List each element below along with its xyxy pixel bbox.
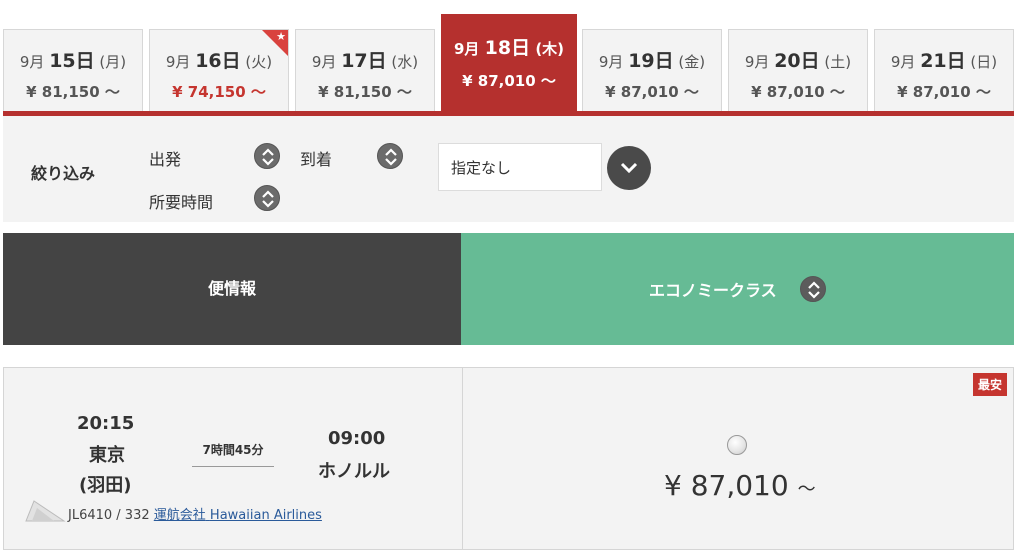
chevron-down-icon bbox=[620, 162, 638, 174]
price-tilde: ～ bbox=[797, 479, 816, 500]
tab-price: ¥ 81,150 ～ bbox=[318, 83, 412, 101]
tab-month: 9月 bbox=[744, 53, 770, 71]
tab-price: ¥ 87,010 ～ bbox=[462, 72, 556, 90]
tab-weekday: (木) bbox=[535, 40, 565, 58]
tab-day: 20日 bbox=[774, 50, 820, 72]
sort-arrows-icon bbox=[808, 281, 820, 299]
sort-arrows-icon bbox=[262, 190, 274, 208]
date-selector: 9月 15日 (月) ¥ 81,150 ～ ★ 9月 16日 (火) ¥ 74,… bbox=[0, 0, 1024, 116]
tab-price: ¥ 87,010 ～ bbox=[605, 83, 699, 101]
operator-label: 運航会社 bbox=[153, 508, 206, 523]
flight-info-header: 便情報 bbox=[3, 233, 461, 345]
flight-duration: 7時間45分 bbox=[202, 443, 264, 457]
filter-select[interactable]: 指定なし bbox=[438, 143, 602, 191]
tab-price: ¥ 74,150 ～ bbox=[172, 83, 266, 101]
tab-day: 17日 bbox=[341, 50, 387, 72]
date-tab-0916[interactable]: ★ 9月 16日 (火) ¥ 74,150 ～ bbox=[149, 29, 289, 111]
tab-day: 16日 bbox=[195, 50, 241, 72]
cheapest-badge: 最安 bbox=[972, 373, 1007, 396]
tab-month: 9月 bbox=[453, 40, 480, 58]
duration-label: 所要時間 bbox=[149, 193, 214, 212]
duration-sort-button[interactable] bbox=[254, 185, 280, 211]
airline-tail-icon bbox=[25, 500, 66, 522]
tab-month: 9月 bbox=[598, 53, 624, 71]
tab-month: 9月 bbox=[19, 53, 45, 71]
fare-price: ¥ 87,010 ～ bbox=[664, 469, 816, 502]
tab-price: ¥ 87,010 ～ bbox=[751, 83, 845, 101]
star-icon: ★ bbox=[276, 30, 286, 43]
operator-name: Hawaiian Airlines bbox=[209, 508, 322, 523]
tab-day: 18日 bbox=[484, 37, 531, 59]
operator-link[interactable]: 運航会社 Hawaiian Airlines bbox=[154, 508, 322, 523]
tab-day: 19日 bbox=[628, 50, 674, 72]
tab-weekday: (水) bbox=[391, 53, 419, 71]
departure-city: 東京 bbox=[89, 445, 125, 466]
tab-month: 9月 bbox=[890, 53, 916, 71]
tab-day: 15日 bbox=[49, 50, 95, 72]
economy-class-label: エコノミークラス bbox=[649, 281, 777, 300]
date-tab-0920[interactable]: 9月 20日 (土) ¥ 87,010 ～ bbox=[728, 29, 868, 111]
departure-sort-button[interactable] bbox=[254, 143, 280, 169]
arrival-sort-button[interactable] bbox=[377, 143, 403, 169]
sort-arrows-icon bbox=[385, 148, 397, 166]
tab-month: 9月 bbox=[311, 53, 337, 71]
date-tab-0921[interactable]: 9月 21日 (日) ¥ 87,010 ～ bbox=[874, 29, 1014, 111]
tab-price: ¥ 87,010 ～ bbox=[897, 83, 991, 101]
date-tab-0915[interactable]: 9月 15日 (月) ¥ 81,150 ～ bbox=[3, 29, 143, 111]
tab-price: ¥ 81,150 ～ bbox=[26, 83, 120, 101]
arrival-time: 09:00 bbox=[328, 428, 386, 449]
tab-month: 9月 bbox=[165, 53, 191, 71]
arrival-label: 到着 bbox=[300, 150, 333, 169]
arrival-city: ホノルル bbox=[318, 461, 390, 482]
tab-weekday: (月) bbox=[99, 53, 127, 71]
flight-row: 20:15 東京 (羽田) 7時間45分 09:00 ホノルル JL6410 /… bbox=[3, 367, 1014, 550]
filter-dropdown-button[interactable] bbox=[607, 146, 651, 190]
flight-number: JL6410 / 332 bbox=[68, 508, 150, 523]
date-tab-0917[interactable]: 9月 17日 (水) ¥ 81,150 ～ bbox=[295, 29, 435, 111]
filter-title: 絞り込み bbox=[31, 164, 96, 183]
tab-weekday: (土) bbox=[824, 53, 852, 71]
flight-number-line: JL6410 / 332 運航会社 Hawaiian Airlines bbox=[68, 504, 322, 523]
date-tab-0919[interactable]: 9月 19日 (金) ¥ 87,010 ～ bbox=[582, 29, 722, 111]
departure-label: 出発 bbox=[149, 150, 182, 169]
sort-arrows-icon bbox=[262, 148, 274, 166]
fare-select-radio[interactable] bbox=[727, 435, 747, 455]
tab-day: 21日 bbox=[920, 50, 966, 72]
date-tab-0918-selected[interactable]: 9月 18日 (木) ¥ 87,010 ～ bbox=[441, 14, 577, 111]
duration-line bbox=[192, 466, 274, 467]
economy-class-header[interactable]: エコノミークラス bbox=[461, 233, 1014, 345]
economy-sort-button[interactable] bbox=[800, 276, 826, 302]
departure-airport: (羽田) bbox=[79, 475, 132, 496]
price-value: ¥ 87,010 bbox=[664, 469, 789, 502]
column-divider bbox=[462, 368, 463, 549]
departure-time: 20:15 bbox=[77, 413, 135, 434]
tab-weekday: (金) bbox=[678, 53, 706, 71]
tab-weekday: (日) bbox=[970, 53, 998, 71]
filter-panel: 絞り込み 出発 到着 所要時間 指定なし bbox=[3, 116, 1014, 222]
